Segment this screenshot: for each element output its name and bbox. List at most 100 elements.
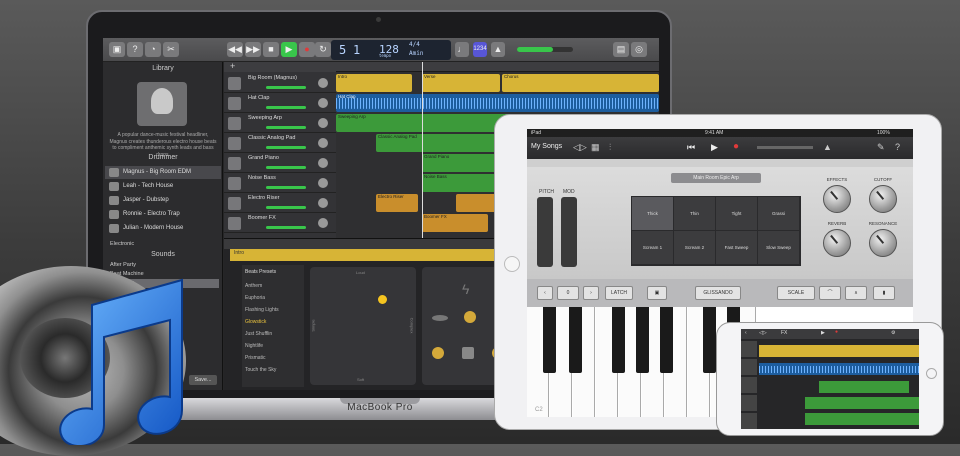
playhead[interactable] (422, 62, 423, 238)
cymbal-icon[interactable] (432, 315, 448, 321)
ipad-timeline-ruler[interactable] (527, 159, 913, 167)
smart-controls-icon[interactable]: ◔ (145, 42, 161, 57)
track-row[interactable]: Noise Bass (224, 174, 336, 193)
iphone-region-yellow[interactable] (759, 345, 919, 357)
track-row[interactable]: Sweeping Arp (224, 114, 336, 133)
snare-icon[interactable] (462, 347, 474, 359)
preset-selector[interactable]: Main Room Epic Arp (671, 173, 761, 183)
tracks-view-icon[interactable]: ▦ (591, 142, 600, 153)
my-songs-button[interactable]: My Songs (531, 143, 562, 150)
track-volume-slider[interactable] (266, 186, 306, 189)
track-pan-knob[interactable] (318, 118, 328, 128)
iphone-region-green[interactable] (805, 413, 919, 425)
glissando-button[interactable]: GLISSANDO (695, 286, 741, 300)
scissors-icon[interactable]: ✂ (163, 42, 179, 57)
help-icon[interactable]: ? (895, 142, 900, 152)
cutoff-knob[interactable] (869, 185, 897, 213)
lcd-display[interactable]: 5 1 128 4/4 Amin tempo (331, 40, 451, 60)
iphone-track-icon[interactable] (741, 395, 757, 411)
region-hat-clap[interactable]: Hat Clap (336, 94, 659, 112)
count-in-button[interactable]: 1234 (473, 42, 487, 57)
mixer-icon[interactable]: ⫶ (609, 142, 611, 153)
track-pan-knob[interactable] (318, 98, 328, 108)
reverb-knob[interactable] (823, 229, 851, 257)
track-volume-slider[interactable] (266, 166, 306, 169)
lightning-icon[interactable]: ϟ (462, 281, 469, 297)
resonance-knob[interactable] (869, 229, 897, 257)
track-pan-knob[interactable] (318, 198, 328, 208)
preset-item[interactable]: Touch the Sky (245, 367, 276, 373)
track-pan-knob[interactable] (318, 218, 328, 228)
region-chorus[interactable]: Chorus (502, 74, 659, 92)
record-icon[interactable]: ● (835, 329, 838, 335)
black-key[interactable] (703, 307, 716, 373)
rewind-icon[interactable]: ◀◀ (227, 42, 243, 57)
sound-item[interactable]: After Party (107, 261, 219, 270)
cycle-icon[interactable]: ↻ (315, 42, 331, 57)
track-row[interactable]: Classic Analog Pad (224, 134, 336, 153)
region-verse[interactable]: Verse (422, 74, 500, 92)
track-row[interactable]: Big Room (Magnus) (224, 74, 336, 93)
track-pan-knob[interactable] (318, 158, 328, 168)
black-key[interactable] (543, 307, 556, 373)
drummer-item[interactable]: Julian - Modern House (105, 222, 221, 235)
pad-cell[interactable]: Scream 2 (674, 231, 715, 264)
preset-item[interactable]: Euphoria (245, 295, 265, 301)
tuner-icon[interactable]: ♩ (455, 42, 469, 57)
black-key[interactable] (569, 307, 582, 373)
black-key[interactable] (612, 307, 625, 373)
pad-cell[interactable]: Thin (674, 197, 715, 230)
play-icon[interactable]: ▶ (281, 42, 297, 57)
iphone-track-icon[interactable] (741, 413, 757, 429)
iphone-track-icon[interactable] (741, 341, 757, 357)
record-icon[interactable]: ● (299, 42, 315, 57)
preset-item[interactable]: Anthem (245, 283, 262, 289)
settings-icon[interactable]: ▮ (873, 286, 895, 300)
black-key[interactable] (636, 307, 649, 373)
effects-knob[interactable] (823, 185, 851, 213)
pad-cell[interactable]: Fast Sweep (716, 231, 757, 264)
play-icon[interactable]: ▶ (711, 142, 718, 153)
ipad-home-button[interactable] (504, 256, 520, 272)
preset-item[interactable]: Nightlife (245, 343, 263, 349)
iphone-region-green[interactable] (805, 397, 919, 409)
pad-cell[interactable]: Tight (716, 197, 757, 230)
latch-button[interactable]: LATCH (605, 286, 633, 300)
track-row[interactable]: Hat Clap (224, 94, 336, 113)
region-intro[interactable]: Intro (336, 74, 412, 92)
save-button[interactable]: Save... (189, 375, 217, 385)
track-row[interactable]: Boomer FX (224, 214, 336, 233)
pad-cell[interactable]: Thick (632, 197, 673, 230)
genre-selector[interactable]: Electronic (107, 240, 219, 249)
mod-wheel[interactable] (561, 197, 577, 267)
drummer-item[interactable]: Leah - Tech House (105, 180, 221, 193)
track-volume-slider[interactable] (266, 206, 306, 209)
track-pan-knob[interactable] (318, 178, 328, 188)
help-icon[interactable]: ? (127, 42, 143, 57)
track-volume-slider[interactable] (266, 106, 306, 109)
master-volume-slider[interactable] (517, 47, 573, 52)
browser-icon[interactable]: ◁▷ (759, 330, 767, 336)
black-key[interactable] (660, 307, 673, 373)
preset-item[interactable]: Glowstick (245, 319, 266, 325)
iphone-home-button[interactable] (926, 368, 937, 379)
wave-icon[interactable]: ∧ (845, 286, 867, 300)
xy-puck[interactable] (378, 295, 387, 304)
xy-pad[interactable]: Loud Soft Simple Complex (310, 267, 416, 385)
play-icon[interactable]: ▶ (821, 330, 825, 336)
settings-icon[interactable]: ⚙ (891, 330, 895, 336)
timeline-ruler[interactable] (336, 62, 659, 72)
region-boomer-fx[interactable]: Boomer FX (422, 214, 488, 232)
track-pan-knob[interactable] (318, 78, 328, 88)
sustain-icon[interactable]: ⌒ (819, 286, 841, 300)
preset-item[interactable]: Prismatic (245, 355, 266, 361)
fx-label[interactable]: FX (781, 330, 787, 336)
pad-cell[interactable]: Slow Sweep (758, 231, 799, 264)
iphone-track-icon[interactable] (741, 377, 757, 393)
track-volume-slider[interactable] (266, 146, 306, 149)
octave-down-button[interactable]: ‹ (537, 286, 553, 300)
preset-item[interactable]: Just Shufflin (245, 331, 272, 337)
tambourine-icon[interactable] (432, 347, 444, 359)
browser-icon[interactable]: ◁▷ (573, 142, 587, 153)
pitch-wheel[interactable] (537, 197, 553, 267)
